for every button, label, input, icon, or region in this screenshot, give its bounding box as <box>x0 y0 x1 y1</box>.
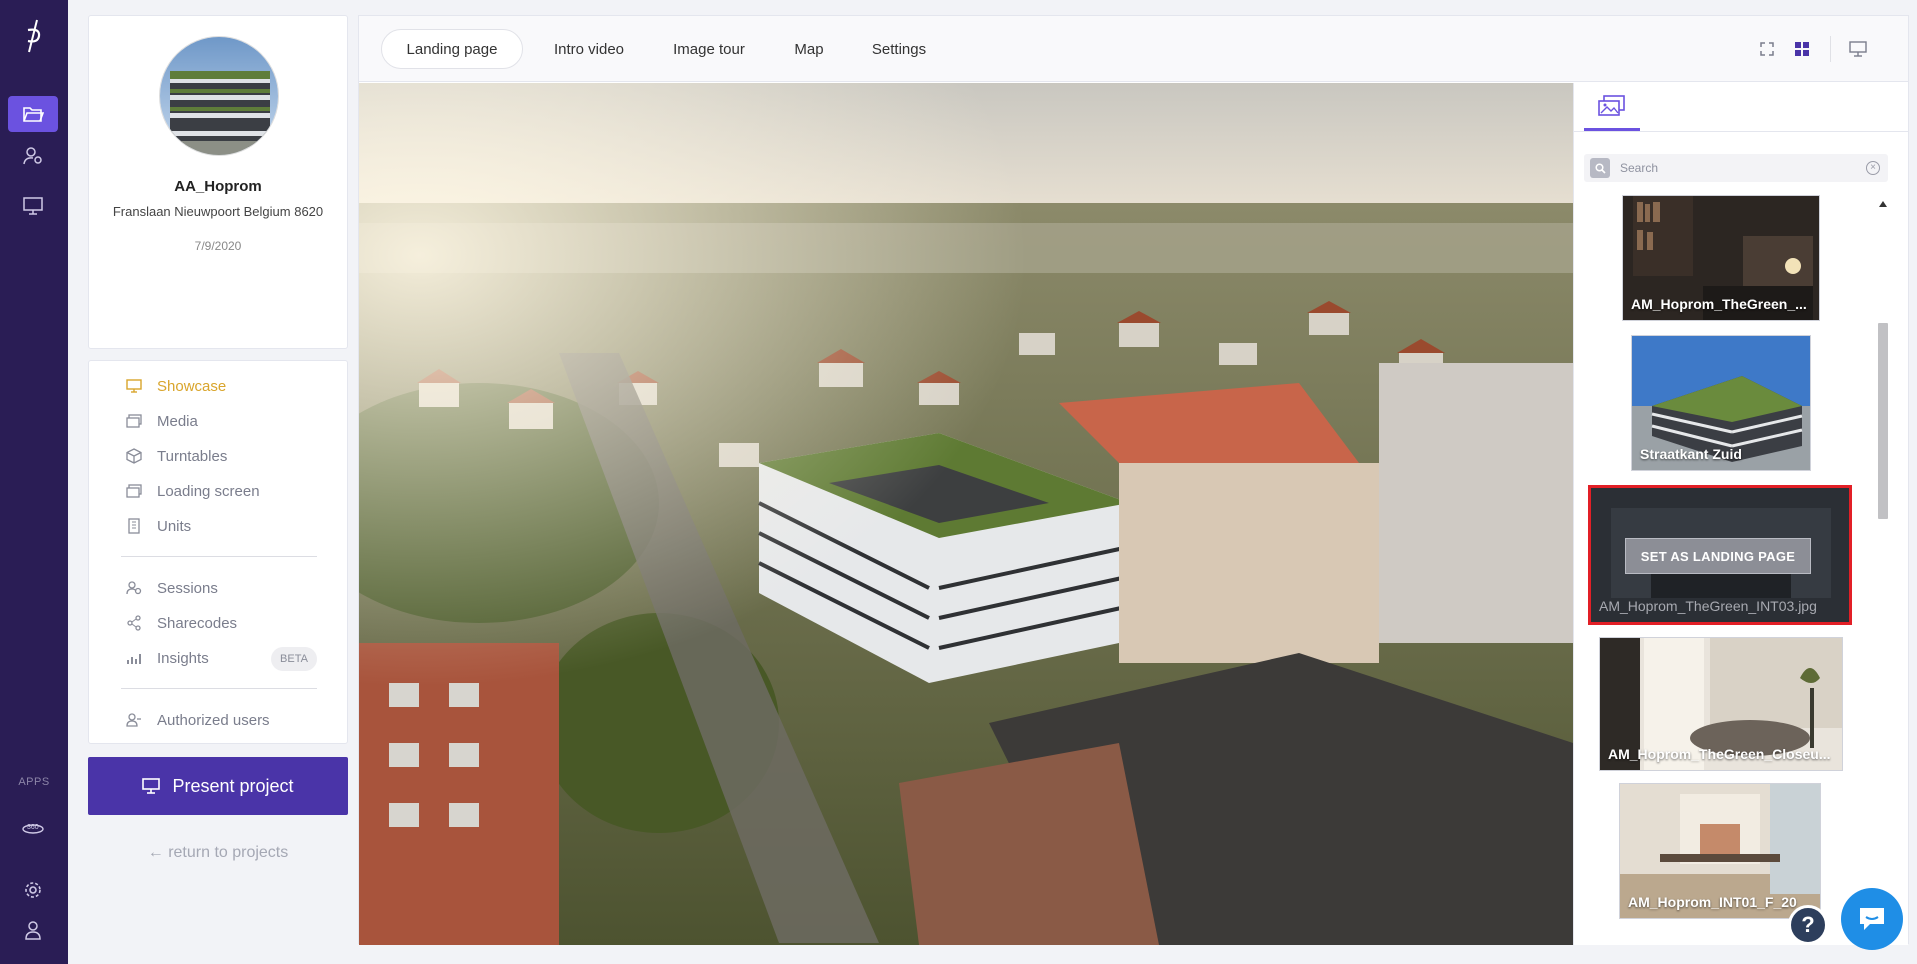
gallery-item-caption: AM_Hoprom_TheGreen_INT03.jpg <box>1599 598 1817 614</box>
gallery-item-caption: Straatkant Zuid <box>1640 446 1742 462</box>
scroll-up-icon[interactable] <box>1879 201 1887 207</box>
project-date: 7/9/2020 <box>194 239 242 253</box>
projects-folder-icon[interactable] <box>8 96 58 132</box>
tab-settings[interactable]: Settings <box>859 29 939 69</box>
search-icon <box>1590 158 1610 178</box>
menu-divider <box>121 688 317 689</box>
menu-item-loading-screen[interactable]: Loading screen <box>125 479 260 503</box>
menu-item-label: Insights <box>157 649 209 667</box>
insights-icon <box>125 649 143 667</box>
menu-divider <box>121 556 317 557</box>
tab-image-tour[interactable]: Image tour <box>659 29 759 69</box>
tab-bar: Landing page Intro video Image tour Map … <box>359 16 1908 82</box>
tab-intro-video[interactable]: Intro video <box>539 29 639 69</box>
gallery-header-divider <box>1574 131 1908 132</box>
cube-icon <box>125 447 143 465</box>
grid-view-icon[interactable] <box>1791 38 1813 60</box>
presentation-icon[interactable] <box>1847 38 1869 60</box>
gallery-item-caption: AM_Hoprom_TheGreen_... <box>1631 296 1807 312</box>
set-as-landing-page-button[interactable]: SET AS LANDING PAGE <box>1625 538 1811 574</box>
presentation-icon <box>142 778 161 794</box>
apps-label: APPS <box>18 776 50 788</box>
gallery-scrollbar[interactable] <box>1876 195 1890 945</box>
gallery-item[interactable]: AM_Hoprom_INT01_F_20 <box>1619 783 1821 919</box>
tab-map[interactable]: Map <box>779 29 839 69</box>
images-icon <box>1598 94 1625 116</box>
menu-item-units[interactable]: Units <box>125 514 191 538</box>
project-address: Franslaan Nieuwpoort Belgium 8620 <box>112 204 324 219</box>
menu-item-authorized-users[interactable]: Authorized users <box>125 708 270 732</box>
app-rail: APPS 360 <box>0 0 68 964</box>
help-button[interactable]: ? <box>1788 905 1828 945</box>
user-settings-icon[interactable] <box>8 138 58 174</box>
main-panel: Landing page Intro video Image tour Map … <box>358 15 1909 945</box>
menu-item-label: Authorized users <box>157 711 270 729</box>
toolbar-separator <box>1830 36 1831 62</box>
gallery-item-caption: AM_Hoprom_INT01_F_20 <box>1628 894 1797 910</box>
presentation-icon[interactable] <box>8 188 58 224</box>
menu-item-label: Showcase <box>157 377 227 395</box>
app-logo-icon[interactable] <box>20 18 48 54</box>
360-view-icon[interactable]: 360 <box>8 810 58 846</box>
gallery-search: × <box>1584 154 1888 182</box>
chat-icon <box>1860 908 1884 930</box>
scrollbar-thumb[interactable] <box>1878 323 1888 519</box>
project-name: AA_Hoprom <box>174 178 262 195</box>
menu-item-label: Turntables <box>157 447 228 465</box>
menu-item-label: Units <box>157 517 192 535</box>
beta-badge: BETA <box>271 647 317 671</box>
gallery-item[interactable]: AM_Hoprom_TheGreen_... <box>1622 195 1820 321</box>
account-icon[interactable] <box>8 912 58 948</box>
project-menu: Showcase Media Turntables Loading screen… <box>88 360 348 744</box>
return-to-projects-link[interactable]: ← return to projects <box>88 844 348 862</box>
sessions-icon <box>125 579 143 597</box>
svg-text:360: 360 <box>27 824 39 831</box>
present-project-label: Present project <box>172 775 294 796</box>
project-card: AA_Hoprom Franslaan Nieuwpoort Belgium 8… <box>88 15 348 349</box>
menu-item-label: Sharecodes <box>157 614 238 632</box>
loading-screen-icon <box>125 482 143 500</box>
landing-page-preview <box>359 83 1573 945</box>
menu-item-insights[interactable]: Insights <box>125 646 209 670</box>
images-tab[interactable] <box>1584 83 1640 131</box>
clear-search-icon[interactable]: × <box>1866 161 1880 175</box>
fullscreen-icon[interactable] <box>1756 38 1778 60</box>
gallery-item[interactable]: Straatkant Zuid <box>1631 335 1811 471</box>
menu-item-label: Loading screen <box>157 482 260 500</box>
menu-item-showcase[interactable]: Showcase <box>125 374 226 398</box>
menu-item-turntables[interactable]: Turntables <box>125 444 227 468</box>
menu-item-label: Media <box>157 412 198 430</box>
gallery-item-caption: AM_Hoprom_TheGreen_Closeu... <box>1608 746 1831 762</box>
present-project-button[interactable]: Present project <box>88 757 348 815</box>
media-gallery-panel: × AM_Hoprom_TheGreen_... <box>1573 83 1908 945</box>
media-icon <box>125 412 143 430</box>
menu-item-sharecodes[interactable]: Sharecodes <box>125 611 237 635</box>
gear-icon[interactable] <box>8 872 58 908</box>
building-icon <box>125 517 143 535</box>
gallery-item-selected[interactable]: SET AS LANDING PAGE AM_Hoprom_TheGreen_I… <box>1588 485 1852 625</box>
gallery-item[interactable]: AM_Hoprom_TheGreen_Closeu... <box>1599 637 1843 771</box>
menu-item-sessions[interactable]: Sessions <box>125 576 218 600</box>
project-avatar <box>159 36 279 156</box>
users-icon <box>125 711 143 729</box>
tab-landing-page[interactable]: Landing page <box>381 29 523 69</box>
share-icon <box>125 614 143 632</box>
search-input[interactable] <box>1620 161 1850 175</box>
menu-item-media[interactable]: Media <box>125 409 198 433</box>
chat-button[interactable] <box>1841 888 1903 950</box>
gallery-thumbnails: AM_Hoprom_TheGreen_... Straatkant Zuid S… <box>1574 195 1886 945</box>
menu-item-label: Sessions <box>157 579 218 597</box>
monitor-icon <box>125 377 143 395</box>
